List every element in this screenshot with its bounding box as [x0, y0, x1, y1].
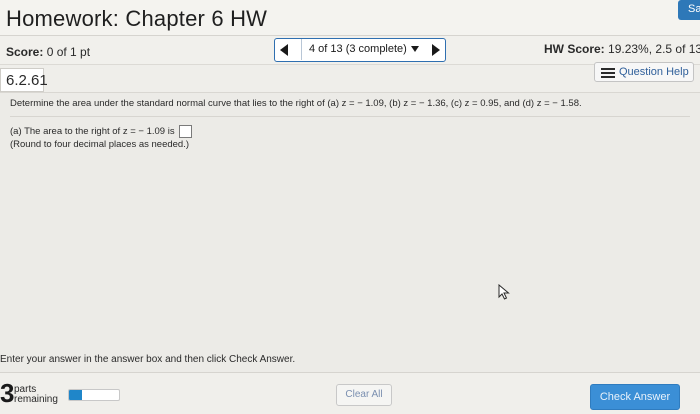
- divider: [10, 116, 690, 117]
- next-question-icon[interactable]: [432, 44, 440, 56]
- rounding-note: (Round to four decimal places as needed.…: [10, 139, 190, 150]
- answer-input[interactable]: [179, 125, 193, 138]
- page-title: Homework: Chapter 6 HW: [6, 6, 268, 31]
- question-navigator[interactable]: 4 of 13 (3 complete): [274, 38, 446, 62]
- parts-progress-bar: [68, 389, 120, 401]
- list-icon: [601, 68, 615, 78]
- hw-score-label: HW Score:: [544, 42, 605, 56]
- score-display: Score: 0 of 1 pt: [6, 45, 90, 59]
- score-label: Score:: [6, 45, 44, 59]
- question-position-dropdown[interactable]: 4 of 13 (3 complete): [309, 43, 419, 55]
- clear-all-button[interactable]: Clear All: [336, 384, 392, 406]
- part-a-text: (a) The area to the right of z = − 1.09 …: [10, 126, 175, 138]
- parts-remaining-label: parts remaining: [14, 385, 58, 405]
- question-help-label: Question Help: [619, 66, 689, 78]
- question-position-text: 4 of 13 (3 complete): [309, 43, 407, 55]
- hw-score: HW Score: 19.23%, 2.5 of 13: [544, 42, 700, 56]
- parts-label-line2: remaining: [14, 394, 58, 405]
- parts-remaining-count: 3: [0, 378, 15, 408]
- check-answer-button[interactable]: Check Answer: [590, 384, 680, 410]
- question-number: 6.2.61: [0, 68, 48, 92]
- mouse-pointer-icon: [498, 284, 510, 300]
- caret-down-icon: [410, 46, 419, 53]
- nav-divider: [301, 39, 302, 60]
- progress-fill: [69, 390, 82, 400]
- score-value: 0 of 1 pt: [46, 45, 91, 59]
- title-bar: Homework: Chapter 6 HW Sa: [0, 0, 700, 36]
- hw-score-value: 19.23%, 2.5 of 13: [608, 42, 700, 56]
- part-a: (a) The area to the right of z = − 1.09 …: [10, 125, 193, 138]
- instruction-text: Enter your answer in the answer box and …: [0, 354, 296, 365]
- question-stem: Determine the area under the standard no…: [10, 98, 582, 109]
- question-help-button[interactable]: Question Help: [594, 62, 694, 82]
- previous-question-icon[interactable]: [280, 44, 288, 56]
- save-button[interactable]: Sa: [678, 0, 700, 20]
